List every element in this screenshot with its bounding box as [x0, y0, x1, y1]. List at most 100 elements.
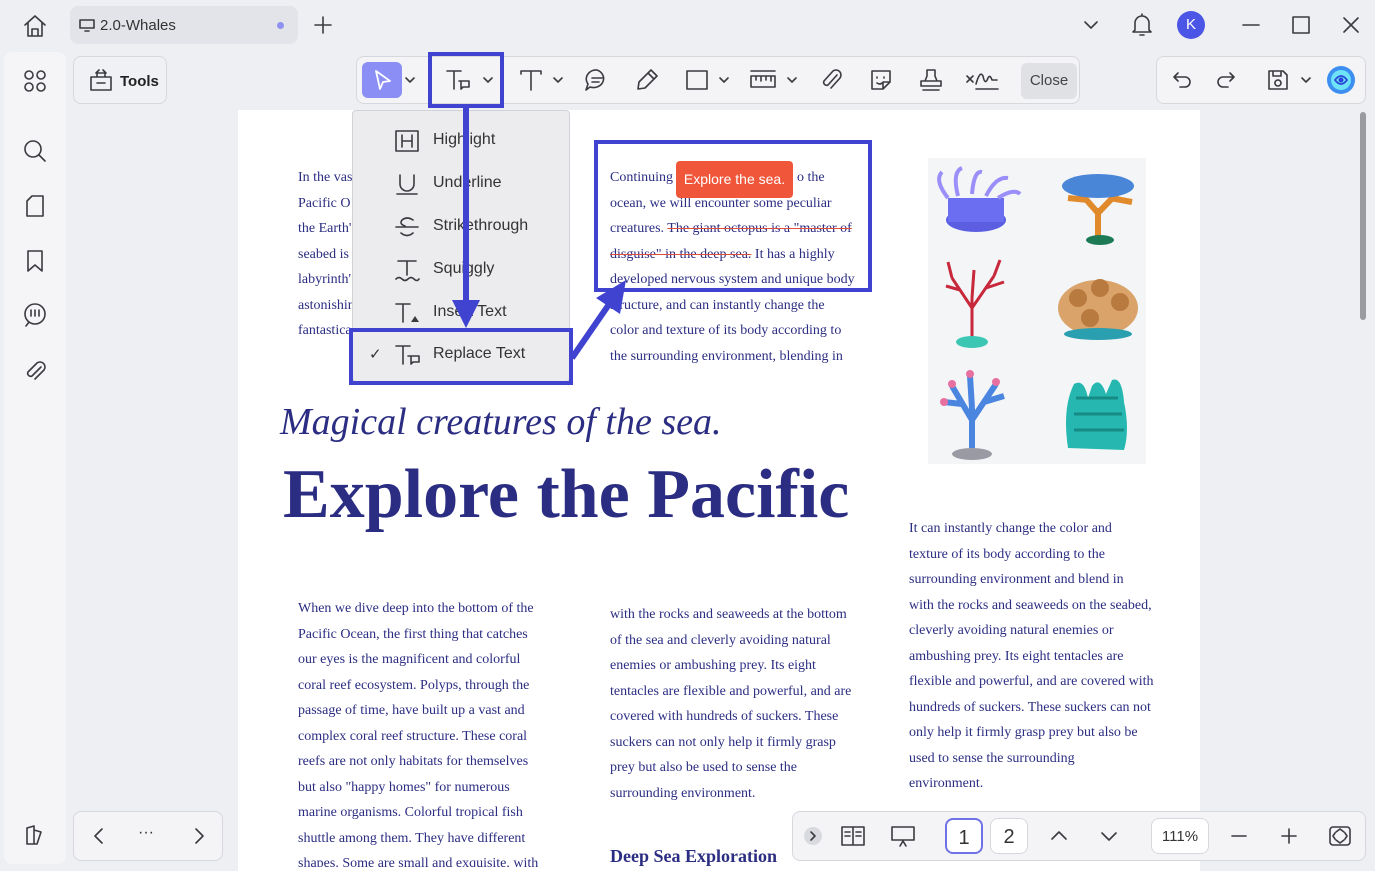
blue-coral-icon: [940, 370, 1005, 460]
chevron-left-icon: [94, 828, 103, 844]
menu-item-underline[interactable]: Underline: [353, 164, 569, 204]
sidebar-theme-button[interactable]: [22, 822, 48, 848]
document-tab[interactable]: 2.0-Whales: [70, 6, 298, 44]
tabs-dropdown-button[interactable]: [1080, 14, 1102, 36]
previous-page-button[interactable]: [1048, 825, 1070, 847]
bookmark-icon: [27, 250, 43, 272]
measure-tool-dropdown[interactable]: [783, 57, 801, 103]
page-layout-button[interactable]: [839, 823, 867, 849]
sidebar-search-button[interactable]: [22, 138, 48, 164]
signature-tool-button[interactable]: [959, 57, 1005, 103]
more-button[interactable]: ···: [138, 824, 154, 842]
squiggly-icon: [395, 260, 420, 282]
vertical-scrollbar[interactable]: [1360, 112, 1366, 320]
plus-icon: [314, 16, 332, 34]
text-line: surrounding environment and blend in: [909, 572, 1124, 587]
text-line: In the vas: [298, 170, 353, 185]
text-line: suckers can not only help it firmly gras…: [610, 734, 836, 750]
sidebar-pages-button[interactable]: [22, 193, 48, 219]
select-tool-button[interactable]: [362, 62, 402, 98]
stamp-tool-button[interactable]: [911, 57, 951, 103]
anemone-icon: [937, 166, 1022, 232]
menu-item-highlight[interactable]: Highlight: [353, 121, 569, 161]
text-line: of the sea and cleverly avoiding natural: [610, 632, 831, 648]
text-line: our eyes is the magnificent and colorful: [298, 652, 521, 667]
section-heading: Deep Sea Exploration: [610, 846, 778, 866]
close-tool-button[interactable]: Close: [1021, 63, 1077, 99]
measure-tool-button[interactable]: [743, 57, 783, 103]
text-line: shuttle among them. They have different: [298, 830, 526, 846]
text-line: the surrounding environment, blending in: [610, 348, 843, 364]
strikethrough-icon: [395, 217, 419, 237]
notifications-button[interactable]: [1130, 11, 1154, 39]
search-icon: [24, 140, 46, 162]
tools-button[interactable]: Tools: [73, 56, 167, 104]
redo-button[interactable]: [1211, 57, 1241, 103]
fit-screen-icon: [1329, 826, 1351, 846]
menu-item-strikethrough[interactable]: Strikethrough: [353, 207, 569, 247]
page-1-button[interactable]: 1: [945, 818, 983, 854]
rectangle-icon: [686, 70, 708, 90]
zoom-level[interactable]: 111%: [1151, 818, 1209, 854]
back-button[interactable]: [88, 825, 110, 847]
chevron-right-icon: [195, 828, 204, 844]
save-button[interactable]: [1263, 57, 1293, 103]
presentation-icon: [891, 826, 915, 847]
column2-bottom-text: with the rocks and seaweeds at the botto…: [610, 602, 870, 806]
cursor-icon: [375, 70, 391, 90]
text-line: passage of time, have built up a vast an…: [298, 703, 525, 718]
fit-page-button[interactable]: [1327, 823, 1353, 849]
forward-button[interactable]: [188, 825, 210, 847]
text-line: It can instantly change the color and: [909, 521, 1112, 536]
next-page-button[interactable]: [1098, 825, 1120, 847]
bell-icon: [1132, 13, 1152, 36]
comment-tool-button[interactable]: [577, 57, 617, 103]
undo-icon: [1173, 72, 1191, 88]
page-icon: [26, 195, 44, 217]
sidebar-bookmarks-button[interactable]: [22, 248, 48, 274]
presentation-button[interactable]: [889, 823, 917, 849]
text-line: ambushing prey. Its eight tentacles are: [909, 648, 1124, 664]
text-line: used to sense the surrounding: [909, 750, 1075, 766]
chevron-down-icon: [1301, 77, 1311, 83]
save-dropdown[interactable]: [1297, 57, 1315, 103]
sidebar-attachments-button[interactable]: [22, 358, 48, 384]
sticker-tool-button[interactable]: [861, 57, 901, 103]
select-tool-dropdown[interactable]: [401, 57, 419, 103]
page-2-button[interactable]: 2: [990, 818, 1028, 854]
zoom-out-button[interactable]: [1228, 825, 1250, 847]
shape-tool-dropdown[interactable]: [715, 57, 733, 103]
ai-assistant-button[interactable]: [1325, 57, 1357, 103]
text-line: texture of its body according to the: [909, 546, 1105, 562]
text-line: marine organisms. Colorful tropical fish: [298, 805, 523, 820]
attach-tool-button[interactable]: [811, 57, 851, 103]
column1-bottom-text: When we dive deep into the bottom of the…: [298, 596, 568, 867]
text-line: shapes. Some are small and exquisite, wi…: [298, 856, 539, 867]
comment-icon: [24, 303, 46, 327]
text-line: complex coral reef structure. These cora…: [298, 728, 528, 744]
text-line: cleverly avoiding natural enemies or: [909, 623, 1114, 638]
home-button[interactable]: [20, 12, 50, 40]
expand-bar-button[interactable]: [803, 826, 823, 846]
shell-cluster-icon: [1058, 279, 1138, 340]
pen-tool-button[interactable]: [627, 57, 667, 103]
menu-item-squiggly[interactable]: Squiggly: [353, 250, 569, 290]
shape-tool-button[interactable]: [677, 57, 717, 103]
sidebar-thumbnails-button[interactable]: [22, 68, 48, 94]
user-avatar[interactable]: K: [1177, 11, 1205, 39]
undo-button[interactable]: [1167, 57, 1197, 103]
maximize-button[interactable]: [1290, 14, 1312, 36]
main-heading: Explore the Pacific: [283, 456, 850, 533]
new-tab-button[interactable]: [312, 14, 334, 36]
chevron-down-icon: [719, 77, 729, 83]
minimize-button[interactable]: [1240, 14, 1262, 36]
sidebar-comments-button[interactable]: [21, 301, 49, 329]
coral-image: [928, 158, 1146, 464]
menu-item-insert-text[interactable]: Insert Text: [353, 293, 569, 333]
text-tool-button[interactable]: [511, 57, 551, 103]
zoom-in-button[interactable]: [1278, 825, 1300, 847]
close-window-button[interactable]: [1340, 14, 1362, 36]
text-tool-dropdown[interactable]: [549, 57, 567, 103]
paperclip-icon: [26, 361, 46, 380]
text-line: hundreds of suckers. These suckers can n…: [909, 699, 1151, 715]
